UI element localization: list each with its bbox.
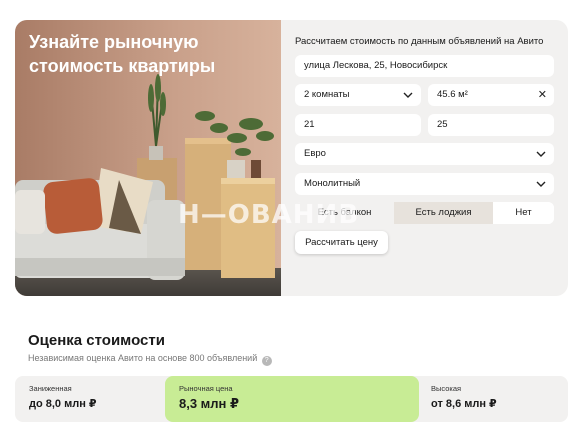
rooms-select[interactable]: 2 комнаты [295,84,421,106]
form-title: Рассчитаем стоимость по данным объявлени… [295,36,544,47]
house-type-value: Монолитный [304,178,361,189]
low-price-value: до 8,0 млн ₽ [29,398,97,410]
low-price-label: Заниженная [29,384,72,393]
estimate-subtitle-text: Независимая оценка Авито на основе 800 о… [28,353,258,363]
help-icon[interactable]: ? [261,356,272,366]
house-type-select[interactable]: Монолитный [295,173,554,195]
address-input[interactable]: улица Лескова, 25, Новосибирск [295,55,554,77]
price-range: Заниженная до 8,0 млн ₽ Рыночная цена 8,… [15,376,568,422]
market-price-cell: Рыночная цена 8,3 млн ₽ [165,376,419,422]
watermark: Н—ОВАНИВ [178,200,360,230]
rooms-value: 2 комнаты [304,89,350,100]
floors-total-input[interactable]: 25 [428,114,554,136]
floors-total-value: 25 [437,119,448,130]
market-price-label: Рыночная цена [179,384,233,393]
area-value: 45.6 м² [437,89,468,100]
chevron-down-icon [536,181,546,187]
valuation-form: Рассчитаем стоимость по данным объявлени… [295,20,568,296]
balcony-option-loggia[interactable]: Есть лоджия [394,202,493,224]
clear-icon[interactable]: ✕ [538,84,547,106]
estimate-title: Оценка стоимости [28,332,165,349]
hero-image: Узнайте рыночную стоимость квартиры [15,20,281,296]
renovation-value: Евро [304,148,326,159]
area-input[interactable]: 45.6 м² ✕ [428,84,554,106]
high-price-label: Высокая [431,384,462,393]
market-price-value: 8,3 млн ₽ [179,396,240,411]
hero-title: Узнайте рыночную стоимость квартиры [29,32,216,76]
high-price-value: от 8,6 млн ₽ [431,398,497,410]
calculate-price-button[interactable]: Рассчитать цену [295,231,388,254]
low-price-cell: Заниженная до 8,0 млн ₽ [15,376,165,422]
chevron-down-icon [403,92,413,98]
floor-input[interactable]: 21 [295,114,421,136]
chevron-down-icon [536,151,546,157]
floor-value: 21 [304,119,315,130]
high-price-cell: Высокая от 8,6 млн ₽ [417,376,568,422]
balcony-option-none[interactable]: Нет [493,202,554,224]
valuation-card: Узнайте рыночную стоимость квартиры Расс… [15,20,568,296]
renovation-select[interactable]: Евро [295,143,554,165]
estimate-subtitle: Независимая оценка Авито на основе 800 о… [28,353,272,366]
address-value: улица Лескова, 25, Новосибирск [304,60,448,71]
